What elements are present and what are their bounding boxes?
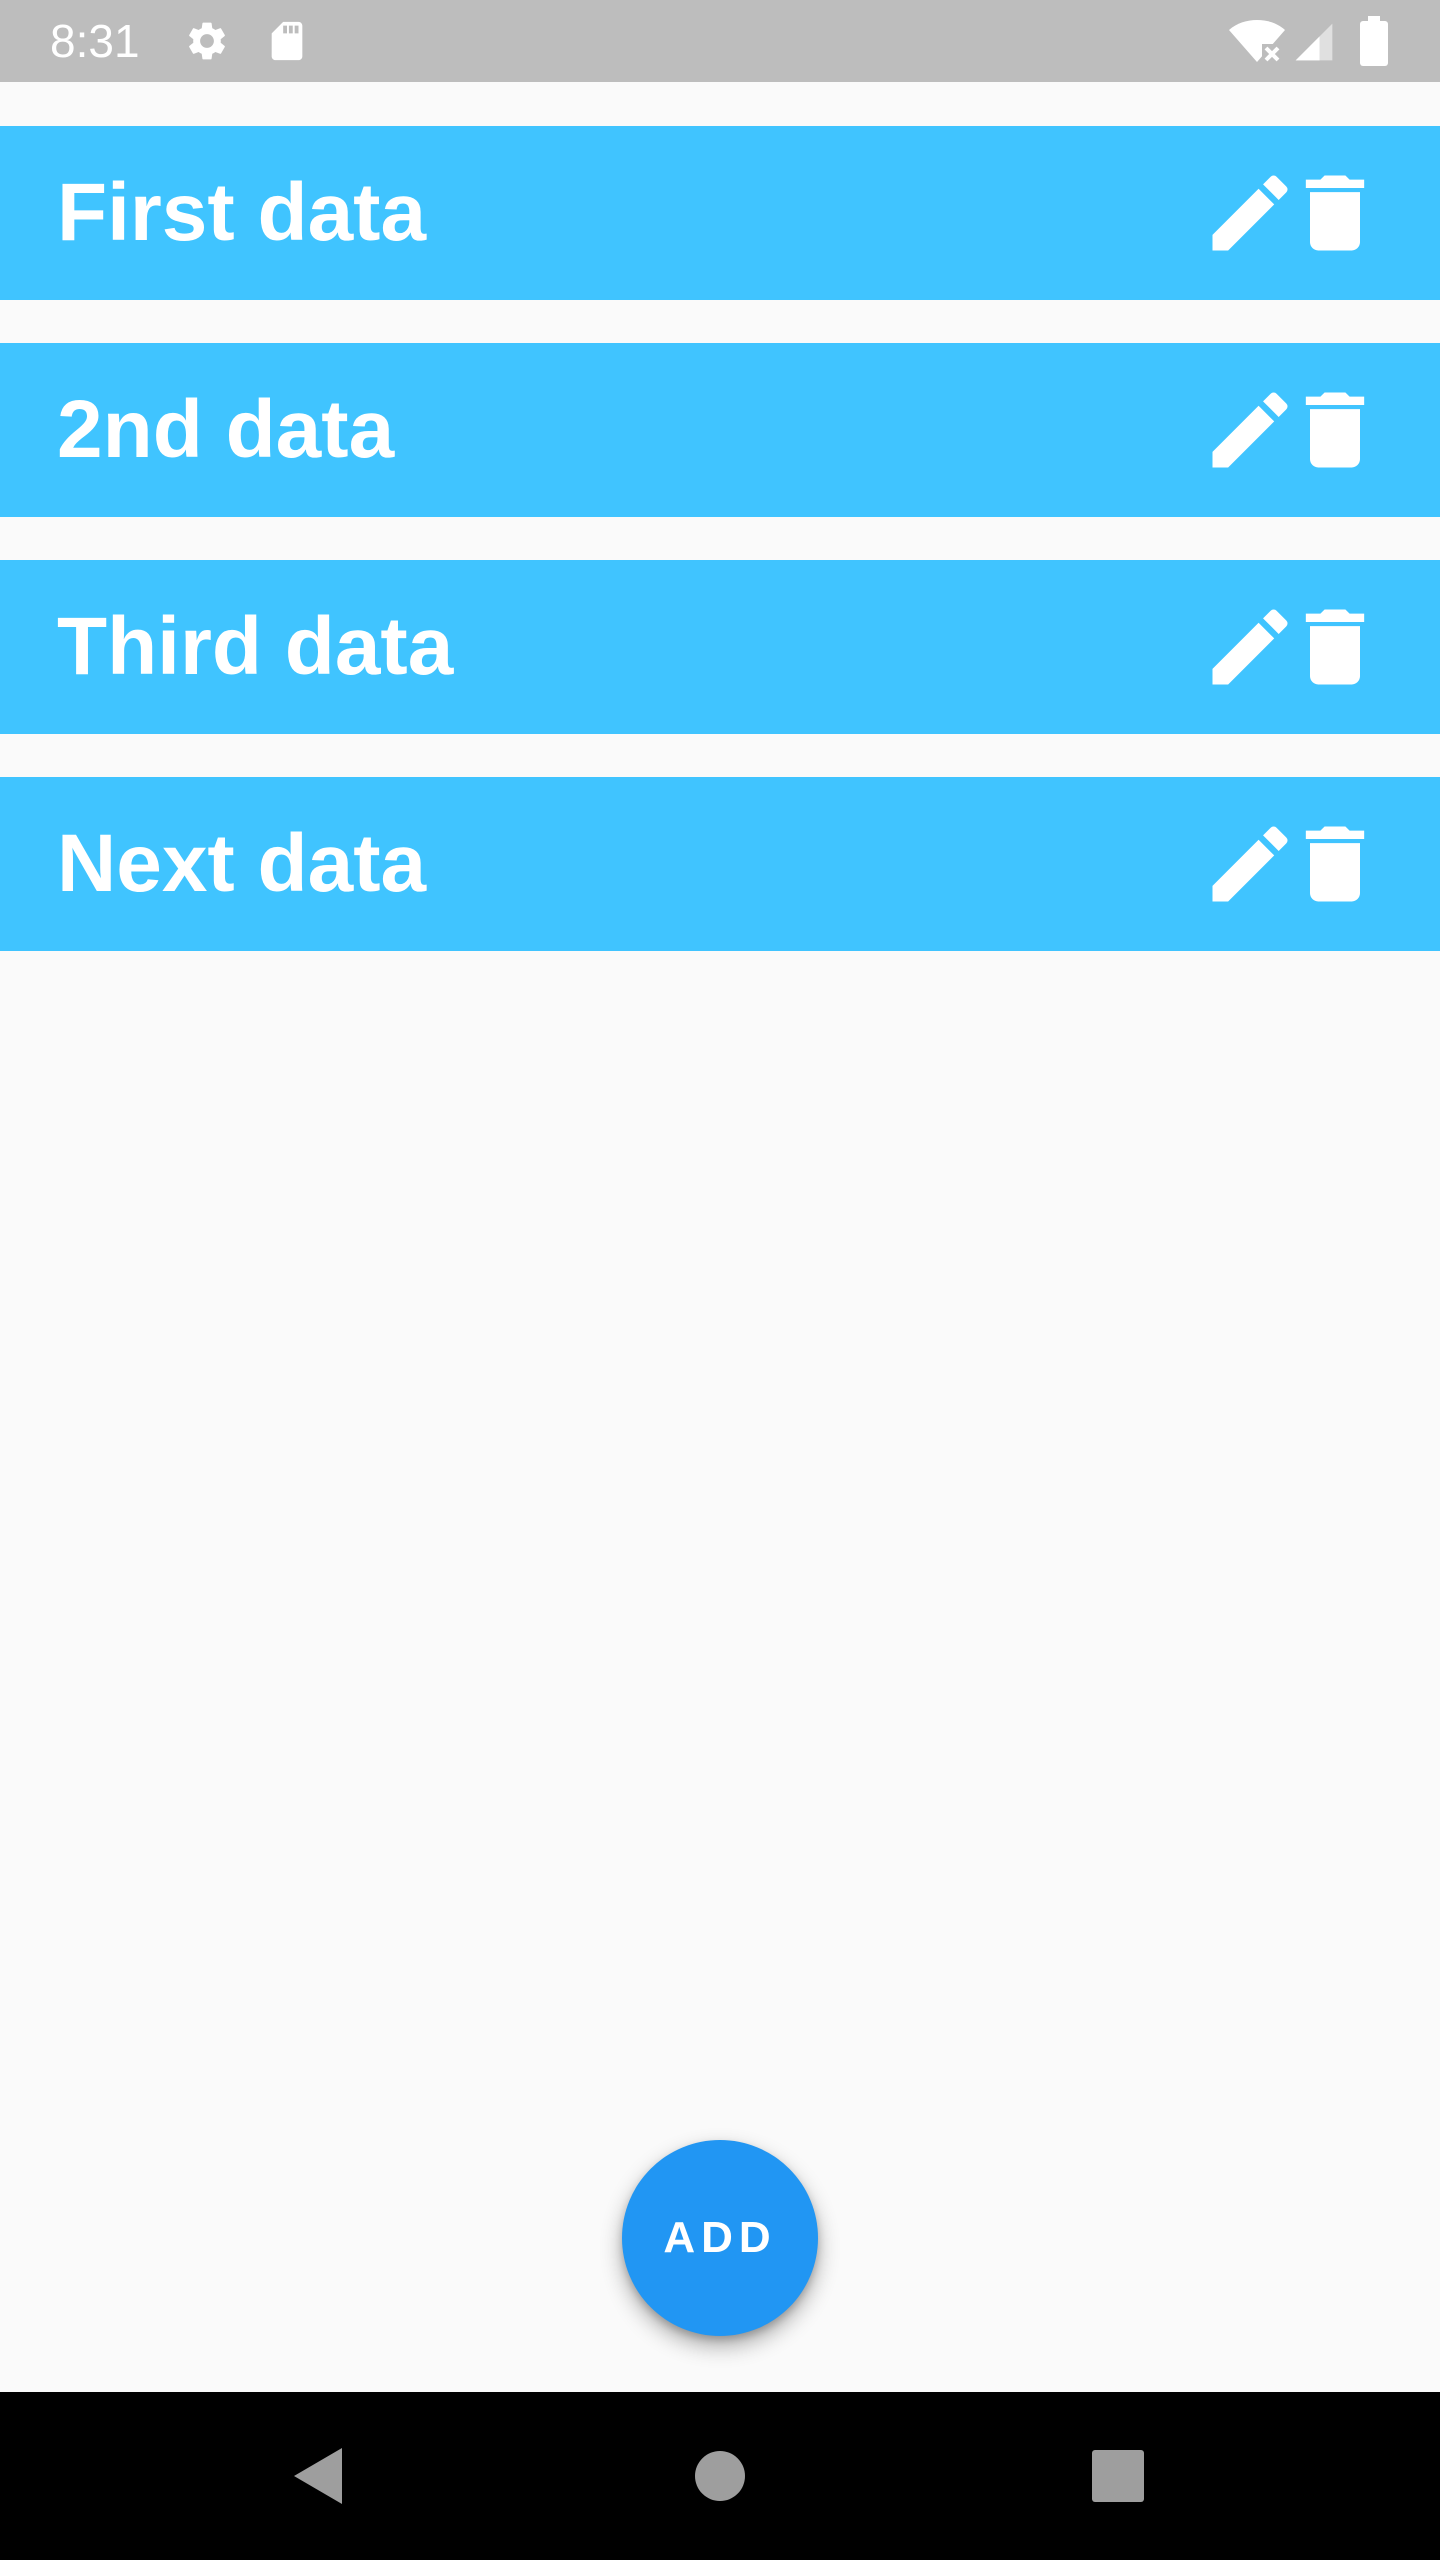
delete-icon[interactable] [1285, 597, 1385, 697]
status-bar: 8:31 [0, 0, 1440, 82]
delete-icon[interactable] [1285, 814, 1385, 914]
delete-icon[interactable] [1285, 380, 1385, 480]
wifi-off-icon [1228, 18, 1286, 71]
list-item[interactable]: 2nd data [0, 343, 1440, 517]
list-item[interactable]: Third data [0, 560, 1440, 734]
list-item[interactable]: Next data [0, 777, 1440, 951]
item-title: Third data [57, 601, 454, 692]
delete-icon[interactable] [1285, 163, 1385, 263]
battery-icon [1358, 16, 1390, 71]
sd-card-icon [264, 18, 310, 69]
add-button[interactable]: ADD [622, 2140, 818, 2336]
cell-signal-icon [1292, 20, 1336, 69]
back-icon[interactable] [270, 2426, 370, 2526]
list-item[interactable]: First data [0, 126, 1440, 300]
status-time: 8:31 [50, 15, 140, 67]
item-title: 2nd data [57, 384, 395, 475]
recents-icon[interactable] [1068, 2426, 1168, 2526]
home-icon[interactable] [670, 2426, 770, 2526]
settings-icon [184, 18, 230, 69]
nav-bar [0, 2392, 1440, 2560]
item-title: First data [57, 167, 427, 258]
item-title: Next data [57, 818, 427, 909]
